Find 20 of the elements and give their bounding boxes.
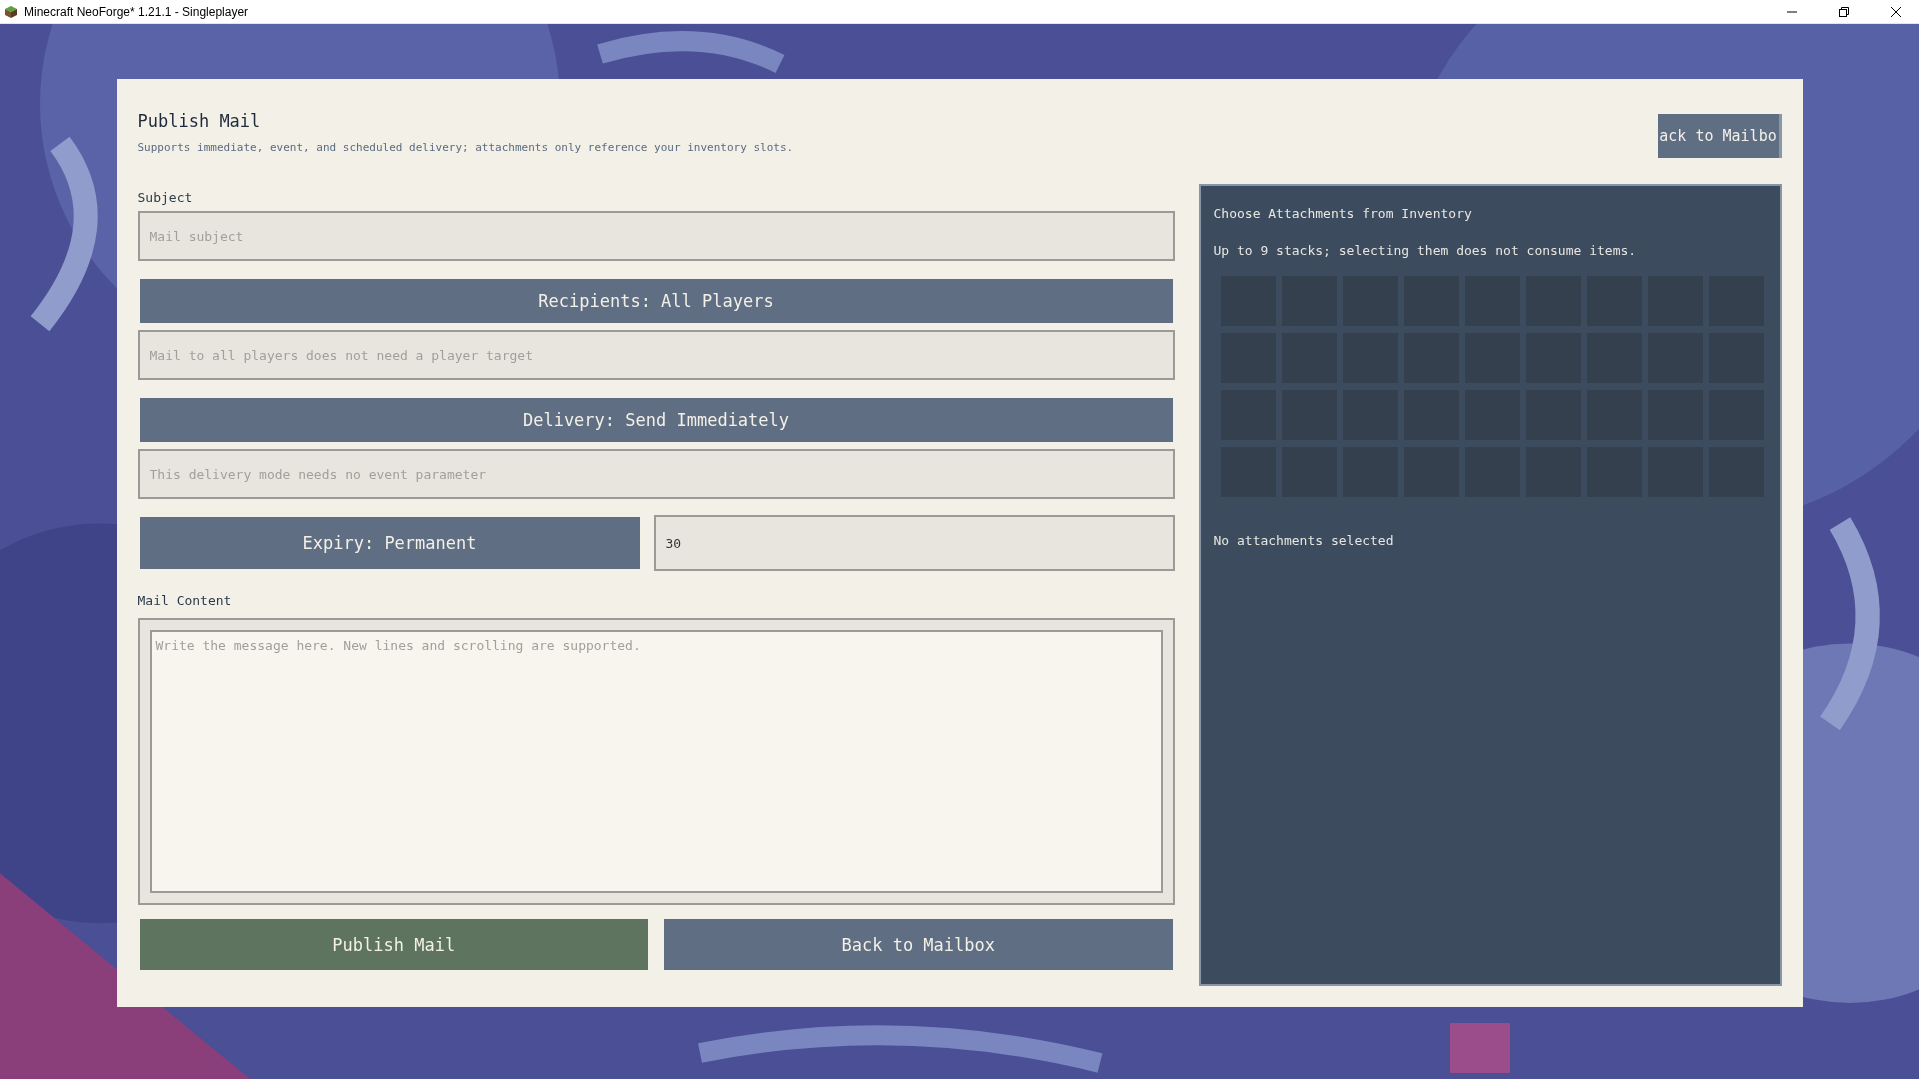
attachments-title: Choose Attachments from Inventory bbox=[1213, 206, 1473, 221]
page-title: Publish Mail bbox=[137, 111, 262, 131]
recipients-button[interactable]: Recipients: All Players bbox=[139, 279, 1173, 323]
content-label: Mail Content bbox=[137, 593, 233, 608]
delivery-button[interactable]: Delivery: Send Immediately bbox=[139, 398, 1173, 442]
page-subtitle: Supports immediate, event, and scheduled delivery; attachments only reference your inventory slots. bbox=[137, 141, 794, 154]
window-title: Minecraft NeoForge* 1.21.1 - Singleplayer bbox=[24, 4, 249, 19]
subject-field[interactable]: Mail subject bbox=[137, 211, 1175, 261]
recipient-field[interactable]: Mail to all players does not need a player target bbox=[137, 330, 1175, 380]
grass-block-icon bbox=[4, 4, 18, 19]
expiry-button[interactable]: Expiry: Permanent bbox=[139, 517, 640, 569]
back-to-mailbox-button[interactable]: ack to Mailbo bbox=[1657, 114, 1782, 158]
back-button[interactable]: Back to Mailbox bbox=[664, 919, 1173, 970]
expiry-field[interactable]: 30 bbox=[653, 515, 1175, 571]
attachments-hint: Up to 9 stacks; selecting them does not consume items. bbox=[1213, 243, 1638, 258]
attachments-status: No attachments selected bbox=[1213, 533, 1395, 548]
event-field[interactable]: This delivery mode needs no event parameter bbox=[137, 449, 1175, 499]
subject-label: Subject bbox=[137, 190, 194, 205]
content-field[interactable]: Write the message here. New lines and scrolling are supported. bbox=[149, 630, 1163, 893]
publish-button[interactable]: Publish Mail bbox=[139, 919, 648, 970]
